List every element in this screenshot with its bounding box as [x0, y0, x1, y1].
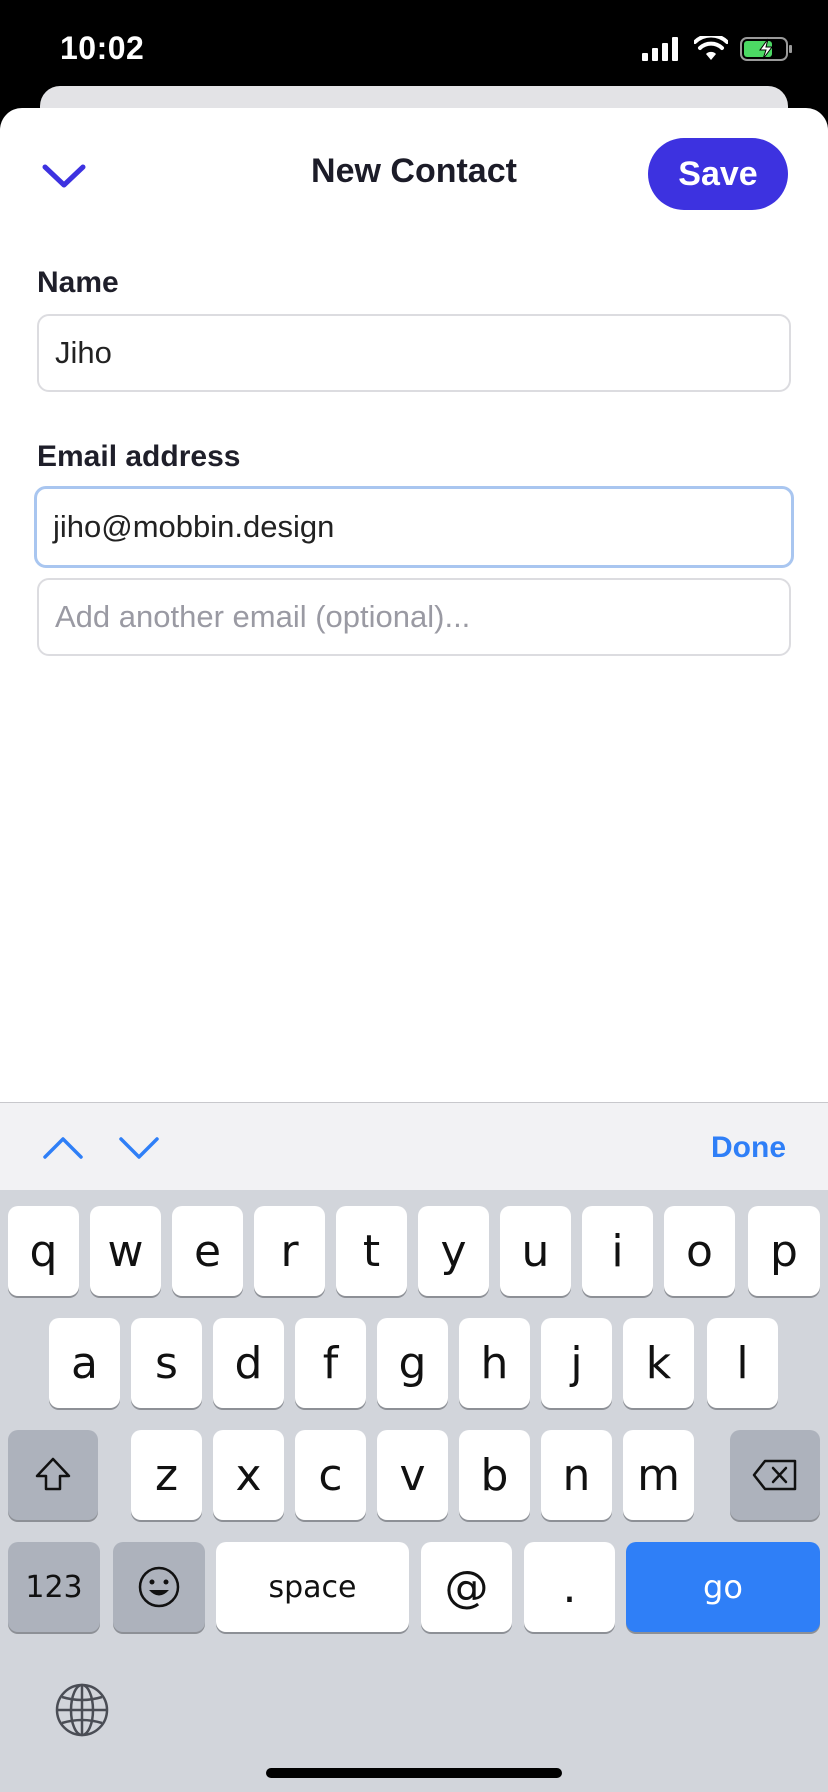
- home-indicator: [266, 1768, 562, 1778]
- backspace-key[interactable]: [730, 1430, 820, 1520]
- key-e[interactable]: e: [172, 1206, 243, 1296]
- key-o[interactable]: o: [664, 1206, 735, 1296]
- key-m[interactable]: m: [623, 1430, 694, 1520]
- numbers-key[interactable]: 123: [8, 1542, 100, 1632]
- emoji-key[interactable]: [113, 1542, 205, 1632]
- key-w[interactable]: w: [90, 1206, 161, 1296]
- email-field[interactable]: jiho@mobbin.design: [34, 486, 794, 568]
- key-y[interactable]: y: [418, 1206, 489, 1296]
- key-r[interactable]: r: [254, 1206, 325, 1296]
- at-key[interactable]: @: [421, 1542, 512, 1632]
- backspace-icon: [752, 1459, 797, 1491]
- key-b[interactable]: b: [459, 1430, 530, 1520]
- wifi-icon: [694, 36, 728, 60]
- email-label: Email address: [37, 440, 241, 473]
- key-u[interactable]: u: [500, 1206, 571, 1296]
- key-c[interactable]: c: [295, 1430, 366, 1520]
- next-field-button[interactable]: [114, 1123, 164, 1173]
- key-f[interactable]: f: [295, 1318, 366, 1408]
- save-button[interactable]: Save: [648, 138, 788, 210]
- keyboard-toolbar: Done: [0, 1102, 828, 1190]
- key-q[interactable]: q: [8, 1206, 79, 1296]
- key-j[interactable]: j: [541, 1318, 612, 1408]
- key-i[interactable]: i: [582, 1206, 653, 1296]
- name-field[interactable]: Jiho: [37, 314, 791, 392]
- battery-charging-icon: [740, 37, 792, 61]
- dot-key[interactable]: .: [524, 1542, 615, 1632]
- space-key[interactable]: space: [216, 1542, 409, 1632]
- name-label: Name: [37, 266, 119, 299]
- keyboard: q w e r t y u i o p a s d f g h j k l z …: [0, 1190, 828, 1792]
- key-l[interactable]: l: [707, 1318, 778, 1408]
- done-button[interactable]: Done: [711, 1131, 786, 1165]
- go-key[interactable]: go: [626, 1542, 820, 1632]
- key-s[interactable]: s: [131, 1318, 202, 1408]
- new-contact-sheet: New Contact Save Name Jiho Email address…: [0, 108, 828, 1102]
- previous-field-button[interactable]: [38, 1123, 88, 1173]
- key-x[interactable]: x: [213, 1430, 284, 1520]
- key-z[interactable]: z: [131, 1430, 202, 1520]
- key-a[interactable]: a: [49, 1318, 120, 1408]
- key-g[interactable]: g: [377, 1318, 448, 1408]
- key-h[interactable]: h: [459, 1318, 530, 1408]
- key-t[interactable]: t: [336, 1206, 407, 1296]
- shift-icon: [35, 1457, 71, 1491]
- chevron-down-icon: [119, 1137, 159, 1159]
- nav-bar: New Contact Save: [0, 128, 828, 218]
- signal-icon: [642, 37, 678, 61]
- additional-email-field[interactable]: Add another email (optional)...: [37, 578, 791, 656]
- emoji-icon: [138, 1566, 180, 1608]
- key-p[interactable]: p: [748, 1206, 820, 1296]
- chevron-up-icon: [43, 1137, 83, 1159]
- status-bar: 10:02: [0, 0, 828, 100]
- key-d[interactable]: d: [213, 1318, 284, 1408]
- key-n[interactable]: n: [541, 1430, 612, 1520]
- status-icons: [642, 36, 794, 62]
- status-time: 10:02: [60, 30, 145, 66]
- shift-key[interactable]: [8, 1430, 98, 1520]
- globe-icon[interactable]: [54, 1682, 110, 1738]
- key-v[interactable]: v: [377, 1430, 448, 1520]
- key-k[interactable]: k: [623, 1318, 694, 1408]
